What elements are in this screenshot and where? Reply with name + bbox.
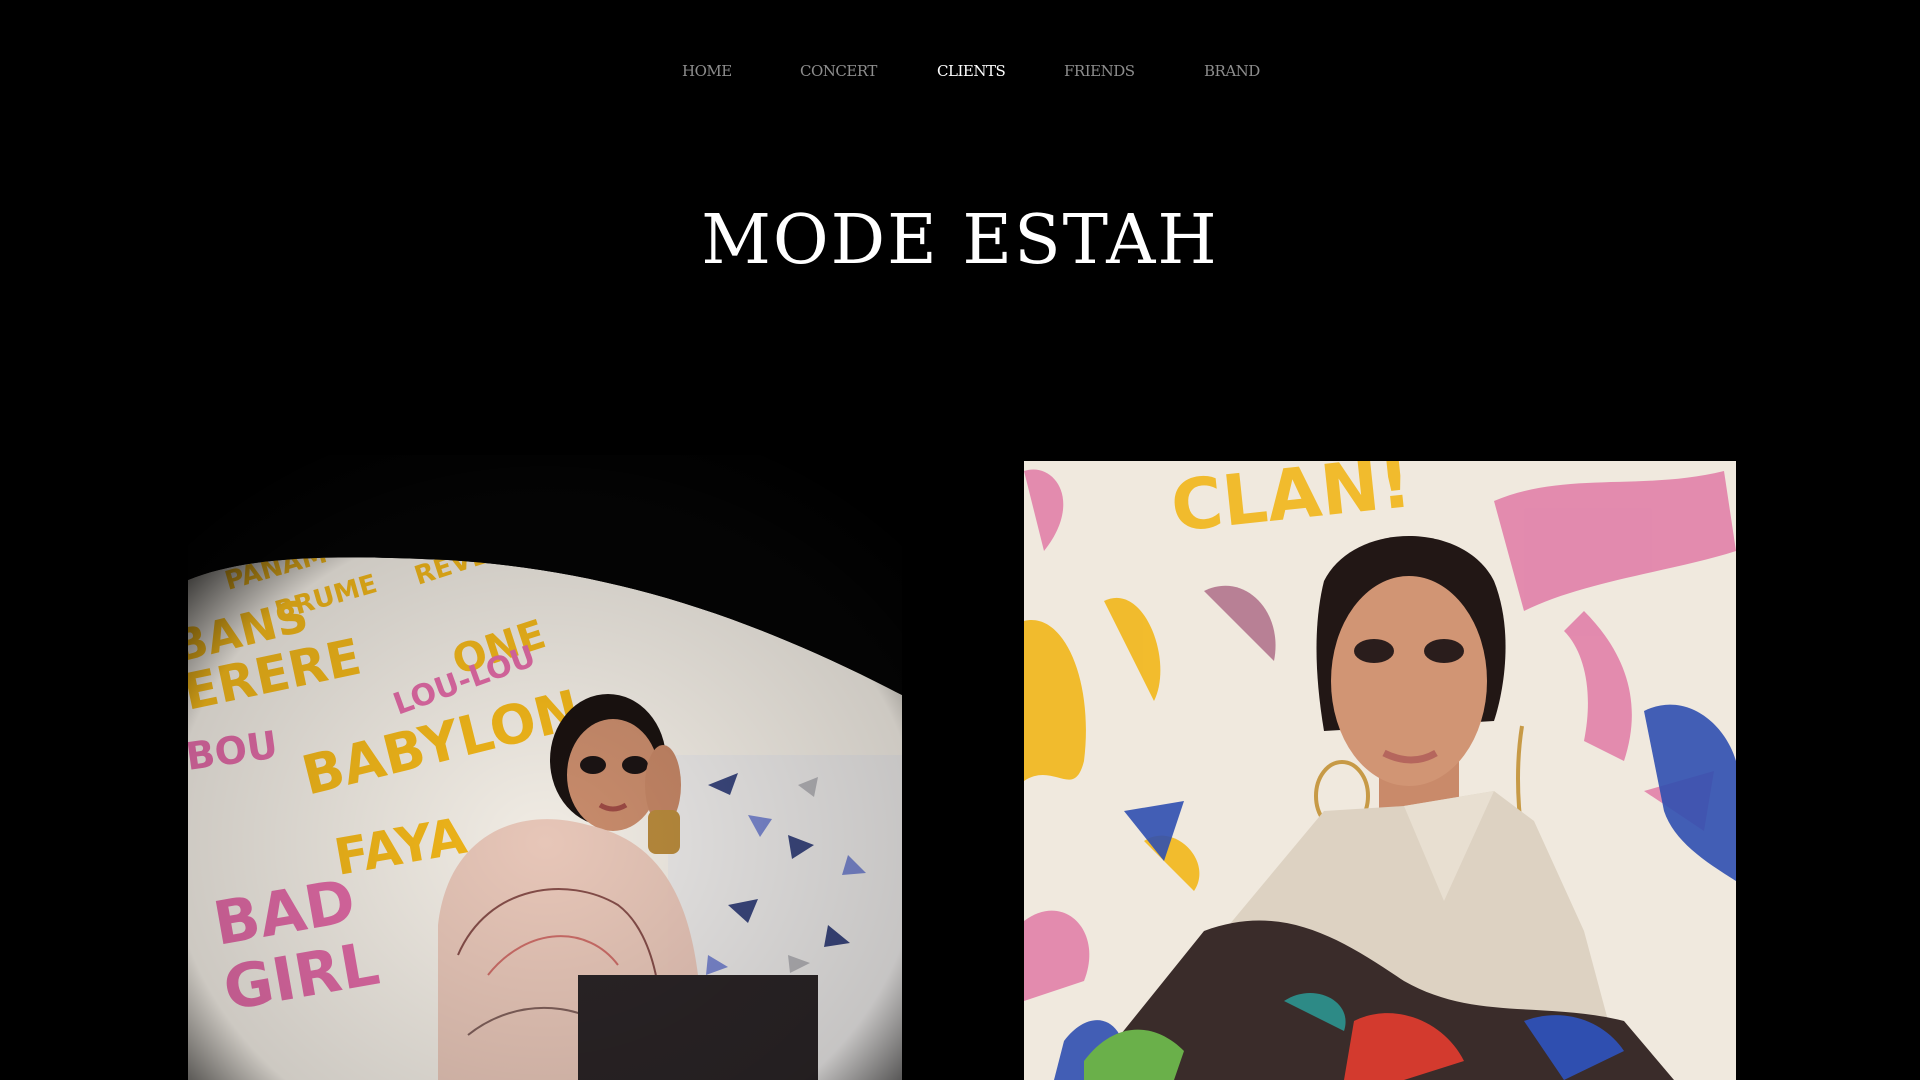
nav-friends[interactable]: FRIENDS: [1064, 62, 1135, 80]
nav-brand[interactable]: BRAND: [1204, 62, 1260, 80]
nav-clients[interactable]: CLIENTS: [937, 62, 1006, 80]
main-nav: HOME CONCERT CLIENTS FRIENDS BRAND: [0, 56, 1920, 88]
gallery-photo-left[interactable]: BANS ERERE BABYLON FAYA ONE BAD GIRL BOU…: [188, 455, 902, 1080]
portrait-image: CLAN!: [1024, 461, 1736, 1080]
fisheye-portrait-image: BANS ERERE BABYLON FAYA ONE BAD GIRL BOU…: [188, 455, 902, 1080]
nav-concert[interactable]: CONCERT: [800, 62, 877, 80]
brand-title: MODE ESTAH: [701, 201, 1219, 280]
gallery-photo-right[interactable]: CLAN!: [1024, 461, 1736, 1080]
nav-home[interactable]: HOME: [682, 62, 732, 80]
